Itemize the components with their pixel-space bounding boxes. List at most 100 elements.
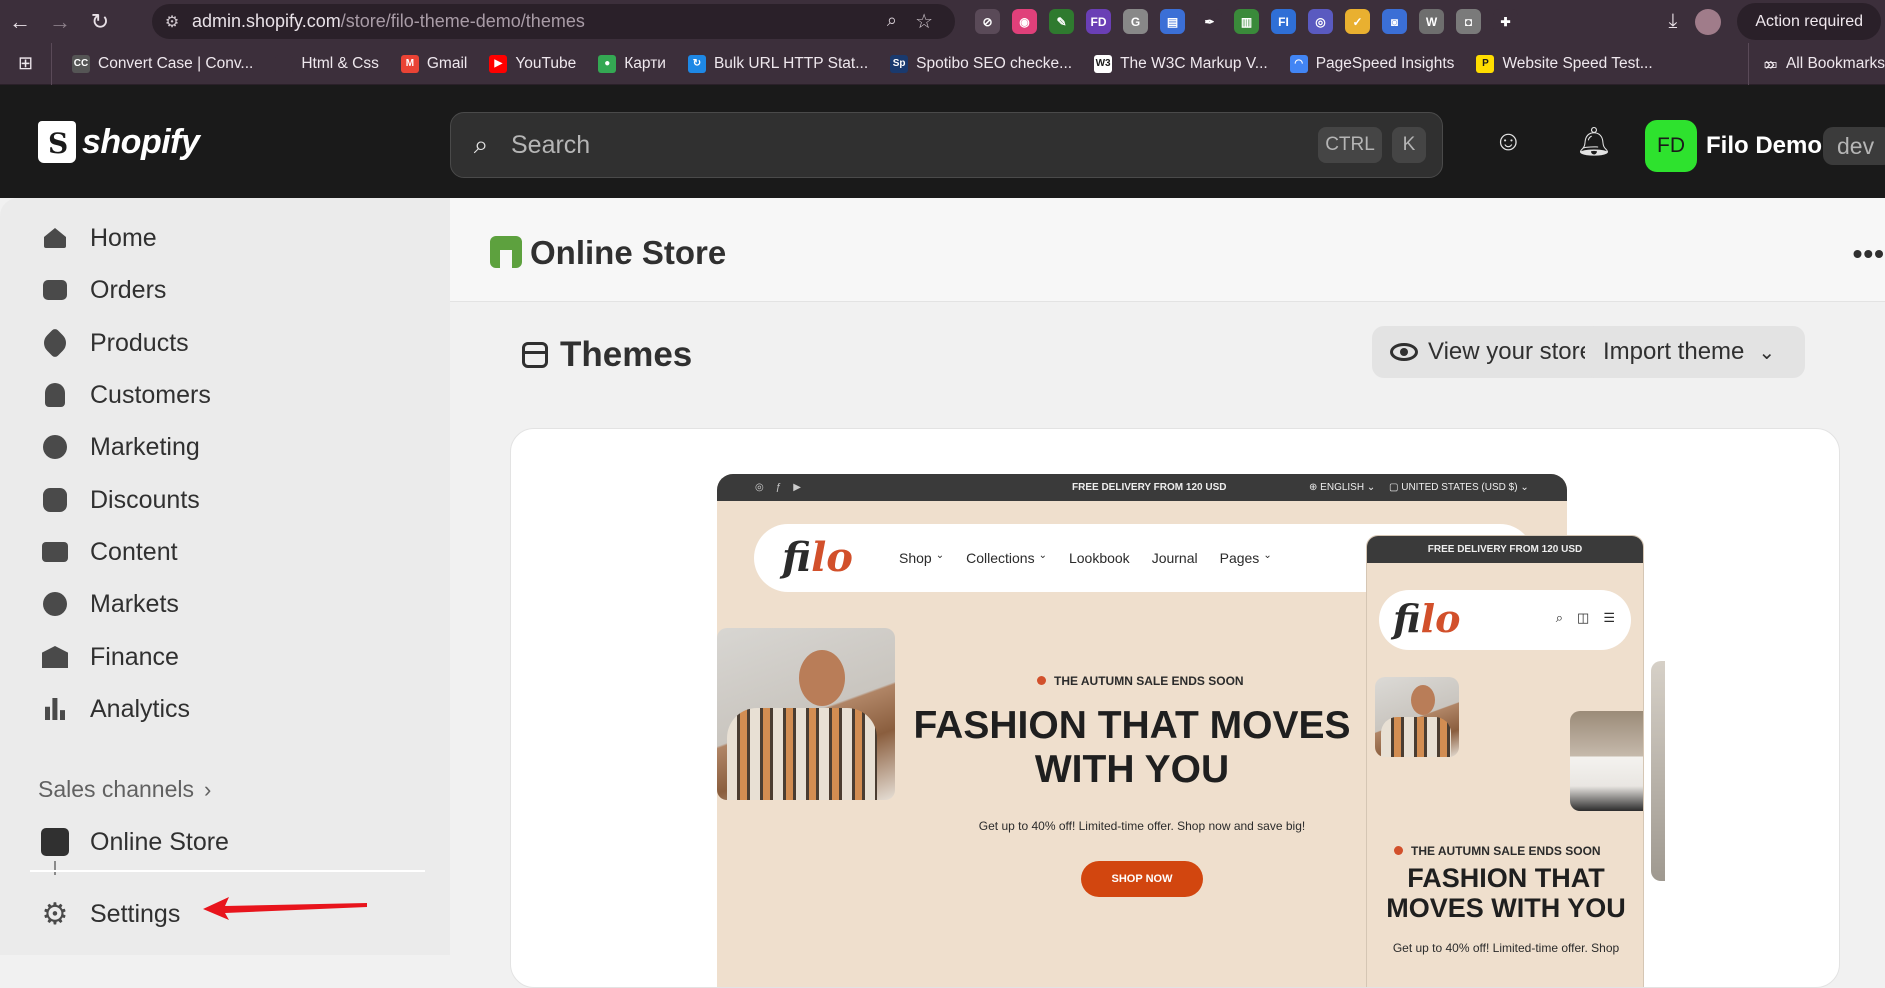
extension-leaf-icon[interactable]: ✎ — [1049, 9, 1074, 34]
bookmark-item[interactable]: P Website Speed Test... — [1476, 54, 1653, 73]
sidebar-item-orders[interactable]: Orders — [38, 268, 166, 312]
sidebar-item-online-store[interactable]: Online Store — [38, 820, 229, 864]
all-bookmarks-folder[interactable]: ▭ All Bookmarks — [1748, 43, 1885, 85]
sidebar-item-finance[interactable]: Finance — [38, 635, 179, 679]
action-required-button[interactable]: Action required — [1737, 3, 1881, 40]
gmail-icon: M — [400, 54, 419, 73]
bookmark-label: Convert Case | Conv... — [98, 54, 254, 72]
extension-fd-icon[interactable]: FD — [1086, 9, 1111, 34]
bar-chart-icon — [38, 692, 72, 726]
more-actions-icon[interactable]: ••• — [1853, 238, 1885, 270]
extension-chrome-color-icon[interactable]: ✓ — [1345, 9, 1370, 34]
sidebar-item-markets[interactable]: Markets — [38, 582, 179, 626]
sidebar-item-label: Orders — [90, 275, 167, 304]
store-name[interactable]: Filo Demo — [1706, 132, 1822, 160]
sales-channels-link[interactable]: Sales channels › — [38, 776, 211, 803]
sidebar-item-marketing[interactable]: Marketing — [38, 425, 200, 469]
extension-compass-icon[interactable]: ⊘ — [975, 9, 1000, 34]
extension-w-icon[interactable]: W — [1419, 9, 1444, 34]
sidebar-item-analytics[interactable]: Analytics — [38, 687, 190, 731]
preview-language: ⊕ ENGLISH ⌄ — [1309, 482, 1376, 493]
maps-icon: ● — [598, 54, 617, 73]
hero-subtext: Get up to 40% off! Limited-time offer. S… — [978, 819, 1306, 833]
download-icon[interactable]: ⤓ — [1669, 10, 1678, 33]
bookmark-item[interactable]: Html & Css — [275, 54, 379, 73]
mobile-sale-text: THE AUTUMN SALE ENDS SOON — [1411, 844, 1601, 858]
sidebar-item-settings[interactable]: ⚙ Settings — [38, 892, 181, 936]
extension-colorpicker-icon[interactable]: ◉ — [1012, 9, 1037, 34]
bookmark-item[interactable]: ▶ YouTube — [489, 54, 576, 73]
shopify-topbar: shopify ⌕ Search CTRL K ☺ 🔔︎ FD Filo Dem… — [0, 85, 1885, 198]
theme-preview-card[interactable]: ◎ƒ▶ FREE DELIVERY FROM 120 USD ⊕ ENGLISH… — [510, 428, 1840, 988]
shopify-logo[interactable]: shopify — [38, 121, 200, 163]
sidebar-item-products[interactable]: Products — [38, 321, 189, 365]
online-store-icon — [490, 236, 522, 268]
import-theme-label: Import theme — [1603, 338, 1745, 365]
extension-grammarly-icon[interactable]: G — [1123, 9, 1148, 34]
bookmark-item[interactable]: M Gmail — [400, 54, 468, 73]
bell-icon[interactable]: 🔔︎ — [1576, 125, 1612, 158]
extension-circle-icon[interactable]: ◎ — [1308, 9, 1333, 34]
back-icon[interactable]: ← — [0, 0, 40, 43]
sidebar-item-label: Home — [90, 223, 157, 252]
bookmark-item[interactable]: W3 The W3C Markup V... — [1094, 54, 1268, 73]
page-header: Online Store ••• — [450, 198, 1885, 302]
mobile-hero-photo-man — [1375, 677, 1459, 757]
face-shape — [1411, 685, 1435, 715]
view-store-button[interactable]: View your store — [1372, 326, 1611, 378]
extension-fi-icon[interactable]: FI — [1271, 9, 1296, 34]
mobile-filo-logo: filo — [1393, 596, 1461, 641]
bookmark-item[interactable]: ◠ PageSpeed Insights — [1289, 54, 1454, 73]
preview-nav-link: Journal — [1151, 550, 1198, 566]
sidebar-item-content[interactable]: Content — [38, 530, 178, 574]
bookmark-star-icon[interactable]: ☆ — [915, 9, 933, 34]
import-theme-button[interactable]: Import theme ⌄ — [1585, 326, 1805, 378]
zoom-icon[interactable]: ⌕ — [887, 10, 897, 31]
shopify-wordmark: shopify — [82, 122, 200, 161]
speedtest-icon: P — [1476, 54, 1495, 73]
address-bar[interactable]: ⚙ admin.shopify.com/store/filo-theme-dem… — [152, 4, 955, 39]
extension-camera-icon[interactable]: ◘ — [1456, 9, 1481, 34]
sale-dot — [1037, 676, 1046, 685]
tree-connector — [54, 861, 56, 875]
bookmark-item[interactable]: ↻ Bulk URL HTTP Stat... — [687, 54, 868, 73]
bookmark-label: Gmail — [426, 54, 468, 72]
bookmark-item[interactable]: CC Convert Case | Conv... — [72, 54, 254, 73]
site-info-icon[interactable]: ⚙ — [152, 12, 192, 32]
sidebar-item-label: Discounts — [90, 485, 200, 514]
extension-ruler-icon[interactable]: ▤ — [1160, 9, 1185, 34]
w3c-icon: W3 — [1094, 54, 1113, 73]
sidebar-item-label: Markets — [90, 589, 179, 618]
bookmark-label: Spotibo SEO checke... — [916, 54, 1073, 72]
sidebar-item-customers[interactable]: Customers — [38, 373, 211, 417]
sidebar-item-discounts[interactable]: Discounts — [38, 478, 200, 522]
sidebar-item-label: Marketing — [90, 432, 200, 461]
sidekick-icon[interactable]: ☺ — [1494, 125, 1523, 157]
extension-eyedropper-icon[interactable]: ✒ — [1197, 9, 1222, 34]
chevron-down-icon: ⌄ — [935, 550, 945, 561]
profile-avatar[interactable] — [1695, 8, 1722, 35]
target-icon — [38, 430, 72, 464]
extensions-puzzle-icon[interactable]: ✚ — [1493, 9, 1518, 34]
sidebar-divider — [30, 870, 425, 872]
shirt-shape — [727, 708, 877, 800]
mobile-preview[interactable]: FREE DELIVERY FROM 120 USD filo ⌕ ◫ ☰ TH… — [1366, 535, 1644, 987]
bookmark-item[interactable]: Sp Spotibo SEO checke... — [890, 54, 1073, 73]
apps-grid-icon[interactable]: ⊞ — [0, 42, 52, 85]
preview-nav-links: Shop ⌄ Collections ⌄ Lookbook Journal Pages ⌄ — [899, 550, 1272, 566]
search-input[interactable]: ⌕ Search CTRL K — [450, 112, 1443, 178]
chevron-down-icon: ⌄ — [1758, 341, 1776, 364]
shop-now-button[interactable]: SHOP NOW — [1081, 861, 1203, 897]
extension-graph-icon[interactable]: ▥ — [1234, 9, 1259, 34]
forward-icon[interactable]: → — [40, 0, 80, 43]
url-text[interactable]: admin.shopify.com/store/filo-theme-demo/… — [192, 11, 585, 32]
bookmark-label: Html & Css — [301, 54, 379, 72]
extension-screen-icon[interactable]: ◙ — [1382, 9, 1407, 34]
reload-icon[interactable]: ↻ — [80, 0, 120, 43]
discount-icon — [38, 483, 72, 517]
bookmark-item[interactable]: ● Карти — [598, 54, 666, 73]
store-avatar[interactable]: FD — [1645, 120, 1697, 172]
sidebar-item-home[interactable]: Home — [38, 216, 157, 260]
preview-nav-link: Pages — [1219, 550, 1260, 566]
youtube-icon: ▶ — [489, 54, 508, 73]
